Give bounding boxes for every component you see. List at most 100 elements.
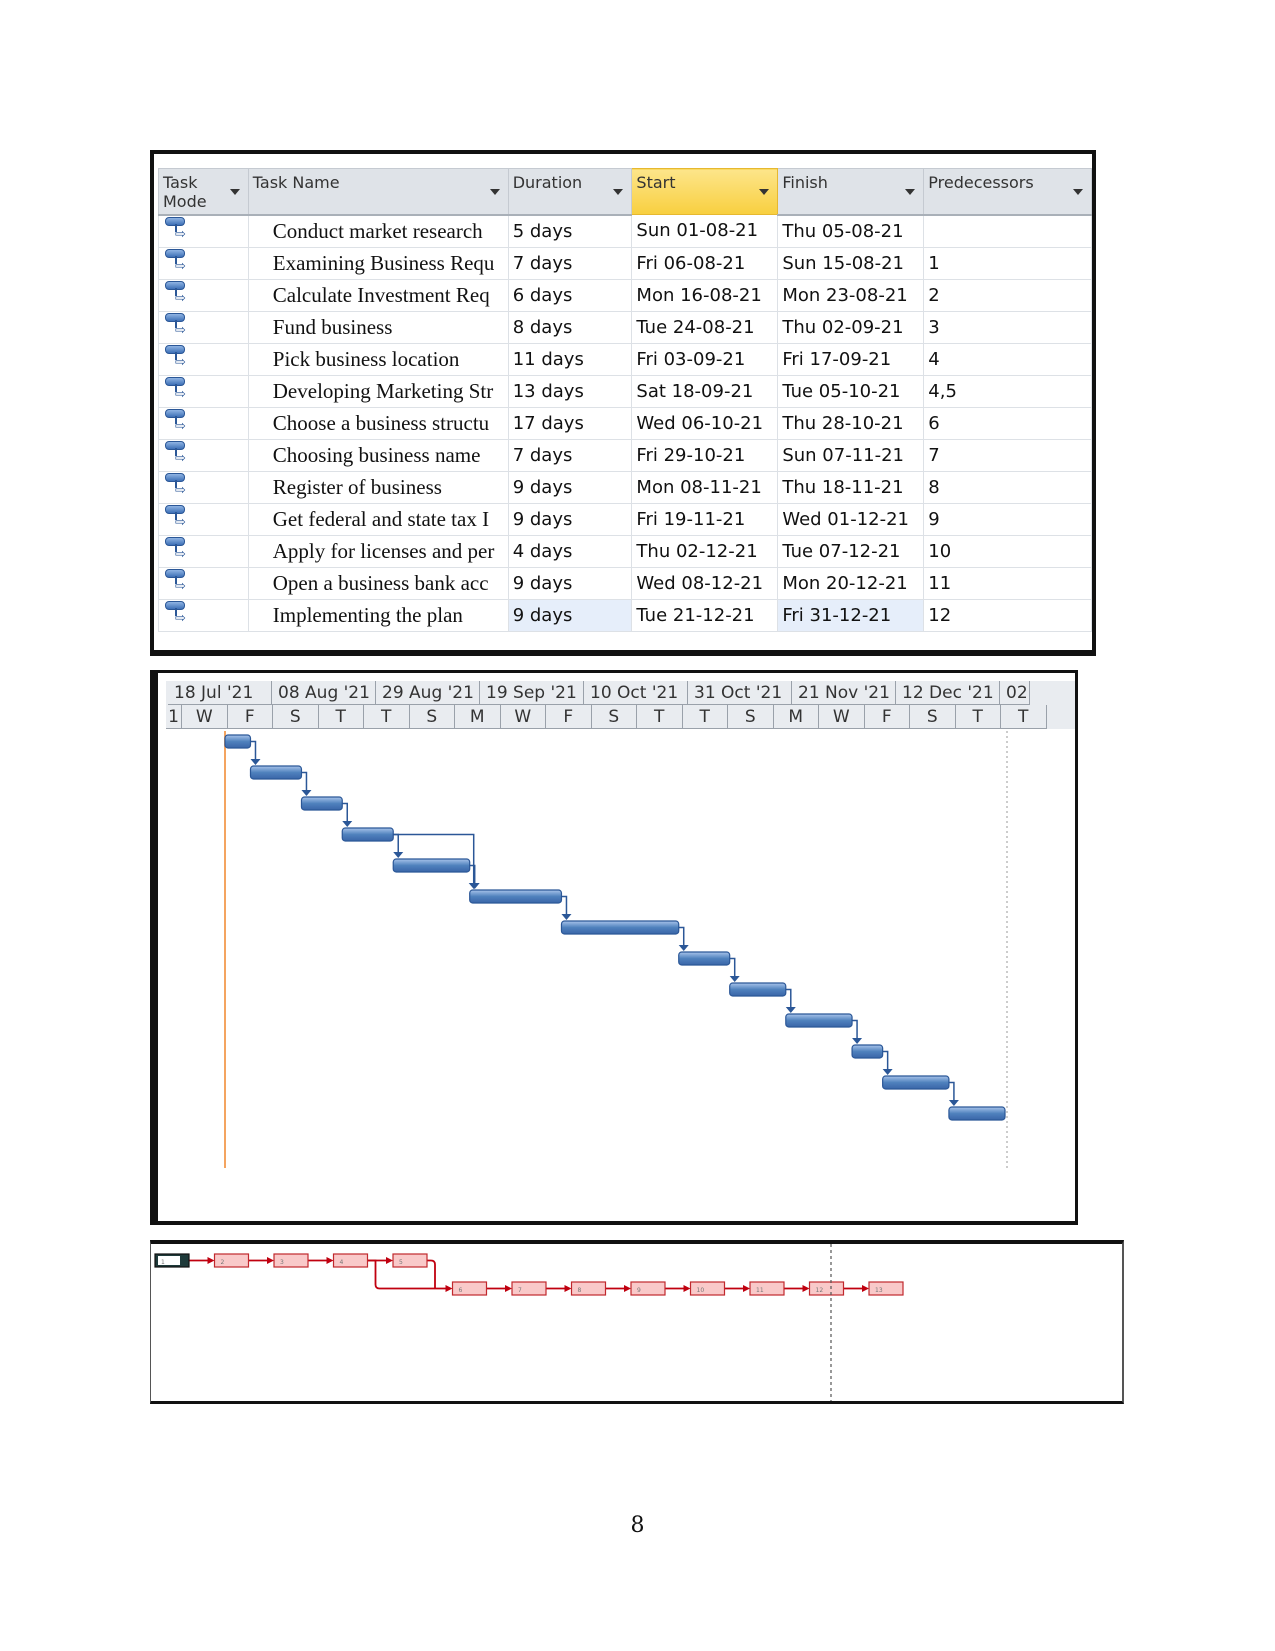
start-cell[interactable]: Thu 02-12-21 [631,534,779,568]
task-name-cell[interactable]: Apply for licenses and per [247,534,509,568]
duration-cell[interactable]: 13 days [507,374,633,408]
task-name-cell[interactable]: Get federal and state tax I [247,502,509,536]
task-bar-12[interactable] [882,1075,950,1090]
dropdown-arrow-icon[interactable] [905,189,916,195]
network-node-2[interactable]: 2 [213,1253,250,1268]
start-cell[interactable]: Mon 08-11-21 [631,470,779,504]
task-mode-cell[interactable]: ⇨ [158,438,249,472]
column-header-task-name[interactable]: Task Name [247,168,509,216]
task-name-cell[interactable]: Fund business [247,310,509,344]
duration-cell[interactable]: 9 days [507,566,633,600]
task-name-cell[interactable]: Choosing business name [247,438,509,472]
task-mode-cell[interactable]: ⇨ [158,310,249,344]
network-node-8[interactable]: 8 [570,1281,607,1296]
duration-cell[interactable]: 9 days [507,502,633,536]
start-cell[interactable]: Mon 16-08-21 [631,278,779,312]
table-row[interactable]: ⇨ Open a business bank acc 9 days Wed 08-12… [158,566,1092,600]
finish-cell[interactable]: Tue 05-10-21 [777,374,925,408]
task-mode-cell[interactable]: ⇨ [158,566,249,600]
task-mode-cell[interactable]: ⇨ [158,406,249,440]
start-cell[interactable]: Sat 18-09-21 [631,374,779,408]
finish-cell[interactable]: Wed 01-12-21 [777,502,925,536]
network-node-3[interactable]: 3 [273,1253,309,1268]
predecessors-cell[interactable]: 9 [923,502,1092,536]
network-node-5[interactable]: 5 [392,1253,428,1268]
task-mode-cell[interactable]: ⇨ [158,342,249,376]
task-name-cell[interactable]: Implementing the plan [247,598,509,632]
network-node-6[interactable]: 6 [451,1281,488,1296]
start-cell[interactable]: Sun 01-08-21 [631,214,779,248]
predecessors-cell[interactable]: 2 [923,278,1092,312]
task-mode-cell[interactable]: ⇨ [158,470,249,504]
duration-cell[interactable]: 5 days [507,214,633,248]
task-bar-3[interactable] [300,796,343,811]
predecessors-cell[interactable]: 4,5 [923,374,1092,408]
network-node-4[interactable]: 4 [332,1253,369,1268]
start-cell[interactable]: Fri 06-08-21 [631,246,779,280]
network-node-12[interactable]: 12 [808,1281,845,1296]
start-cell[interactable]: Fri 03-09-21 [631,342,779,376]
task-mode-cell[interactable]: ⇨ [158,502,249,536]
network-node-7[interactable]: 7 [511,1281,547,1296]
task-bar-5[interactable] [392,858,471,873]
task-name-cell[interactable]: Calculate Investment Req [247,278,509,312]
duration-cell[interactable]: 9 days [507,598,633,632]
start-cell[interactable]: Wed 08-12-21 [631,566,779,600]
predecessors-cell[interactable]: 3 [923,310,1092,344]
duration-cell[interactable]: 7 days [507,438,633,472]
table-row[interactable]: ⇨ Implementing the plan 9 days Tue 21-12-21… [158,598,1092,632]
task-bar-6[interactable] [469,889,563,904]
finish-cell[interactable]: Sun 15-08-21 [777,246,925,280]
table-row[interactable]: ⇨ Examining Business Requ 7 days Fri 06-08-… [158,246,1092,280]
table-row[interactable]: ⇨ Choose a business structu 17 days Wed 06-… [158,406,1092,440]
duration-cell[interactable]: 8 days [507,310,633,344]
task-bar-8[interactable] [678,951,731,966]
predecessors-cell[interactable]: 10 [923,534,1092,568]
finish-cell[interactable]: Mon 20-12-21 [777,566,925,600]
finish-cell[interactable]: Fri 31-12-21 [777,598,925,632]
task-name-cell[interactable]: Conduct market research [247,214,509,248]
task-bar-9[interactable] [729,982,787,997]
task-name-cell[interactable]: Examining Business Requ [247,246,509,280]
task-mode-cell[interactable]: ⇨ [158,534,249,568]
dropdown-arrow-icon[interactable] [759,189,770,195]
finish-cell[interactable]: Thu 05-08-21 [777,214,925,248]
task-name-cell[interactable]: Register of business [247,470,509,504]
duration-cell[interactable]: 4 days [507,534,633,568]
finish-cell[interactable]: Thu 18-11-21 [777,470,925,504]
task-name-cell[interactable]: Developing Marketing Str [247,374,509,408]
predecessors-cell[interactable]: 11 [923,566,1092,600]
task-mode-cell[interactable]: ⇨ [158,214,249,248]
finish-cell[interactable]: Sun 07-11-21 [777,438,925,472]
duration-cell[interactable]: 9 days [507,470,633,504]
duration-cell[interactable]: 17 days [507,406,633,440]
predecessors-cell[interactable]: 7 [923,438,1092,472]
start-cell[interactable]: Fri 19-11-21 [631,502,779,536]
dropdown-arrow-icon[interactable] [613,189,624,195]
table-row[interactable]: ⇨ Register of business 9 days Mon 08-11-21 T… [158,470,1092,504]
column-header-start[interactable]: Start [631,168,779,215]
task-name-cell[interactable]: Pick business location [247,342,509,376]
task-bar-11[interactable] [851,1044,884,1059]
start-cell[interactable]: Tue 24-08-21 [631,310,779,344]
network-node-11[interactable]: 11 [749,1281,785,1296]
task-mode-cell[interactable]: ⇨ [158,278,249,312]
dropdown-arrow-icon[interactable] [489,189,500,195]
dropdown-arrow-icon[interactable] [1073,189,1083,195]
network-node-13[interactable]: 13 [868,1281,904,1296]
task-mode-cell[interactable]: ⇨ [158,246,249,280]
predecessors-cell[interactable]: 4 [923,342,1092,376]
table-row[interactable]: ⇨ Choosing business name 7 days Fri 29-10-2… [158,438,1092,472]
task-mode-cell[interactable]: ⇨ [158,598,249,632]
task-name-cell[interactable]: Open a business bank acc [247,566,509,600]
predecessors-cell[interactable]: 12 [923,598,1092,632]
table-row[interactable]: ⇨ Developing Marketing Str 13 days Sat 18-0… [158,374,1092,408]
predecessors-cell[interactable]: 8 [923,470,1092,504]
column-header-finish[interactable]: Finish [777,168,925,216]
dropdown-arrow-icon[interactable] [229,189,240,195]
table-row[interactable]: ⇨ Apply for licenses and per 4 days Thu 02-… [158,534,1092,568]
column-header-task-mode[interactable]: Task Mode [158,168,249,216]
start-cell[interactable]: Wed 06-10-21 [631,406,779,440]
table-row[interactable]: ⇨ Pick business location 11 days Fri 03-09-… [158,342,1092,376]
task-bar-13[interactable] [948,1106,1006,1121]
